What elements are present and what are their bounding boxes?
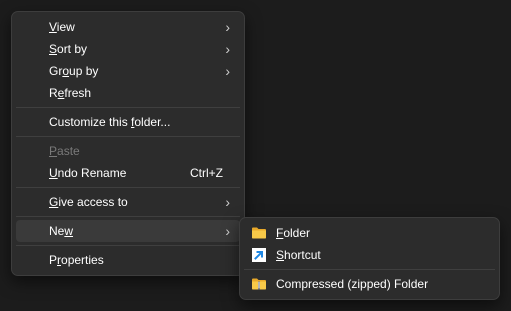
shortcut-icon — [252, 248, 266, 262]
menu-separator — [16, 216, 240, 217]
chevron-right-icon: › — [225, 194, 230, 210]
chevron-right-icon: › — [225, 19, 230, 35]
menu-item-properties-label: Properties — [49, 253, 104, 267]
submenu-item-compressed-folder[interactable]: Compressed (zipped) Folder — [244, 273, 495, 295]
menu-item-customize-folder[interactable]: Customize this folder... — [16, 111, 240, 133]
menu-item-new[interactable]: New › — [16, 220, 240, 242]
menu-item-new-label: New — [49, 224, 74, 238]
submenu-item-shortcut-label: Shortcut — [276, 248, 321, 262]
menu-separator — [16, 107, 240, 108]
menu-separator — [16, 245, 240, 246]
menu-item-view[interactable]: View › — [16, 16, 240, 38]
submenu-item-compressed-folder-label: Compressed (zipped) Folder — [276, 277, 429, 291]
context-menu: View › Sort by › Group by › Refresh Cust… — [11, 11, 245, 276]
menu-item-sort-by-label: Sort by — [49, 42, 88, 56]
menu-separator — [244, 269, 495, 270]
menu-item-customize-folder-label: Customize this folder... — [49, 115, 171, 129]
menu-separator — [16, 136, 240, 137]
menu-item-give-access-to-label: Give access to — [49, 195, 128, 209]
menu-item-give-access-to[interactable]: Give access to › — [16, 191, 240, 213]
menu-item-paste-label: Paste — [49, 144, 80, 158]
menu-item-view-label: View — [49, 20, 75, 34]
menu-separator — [16, 187, 240, 188]
new-submenu: Folder Shortcut Compressed (zipped) Fold… — [239, 217, 500, 300]
submenu-item-shortcut[interactable]: Shortcut — [244, 244, 495, 266]
undo-rename-shortcut: Ctrl+Z — [190, 166, 223, 180]
menu-item-undo-rename[interactable]: Undo Rename Ctrl+Z — [16, 162, 240, 184]
menu-item-paste: Paste — [16, 140, 240, 162]
chevron-right-icon: › — [225, 223, 230, 239]
folder-icon — [252, 227, 266, 239]
submenu-item-folder-label: Folder — [276, 226, 311, 240]
chevron-right-icon: › — [225, 63, 230, 79]
chevron-right-icon: › — [225, 41, 230, 57]
menu-item-sort-by[interactable]: Sort by › — [16, 38, 240, 60]
menu-item-refresh[interactable]: Refresh — [16, 82, 240, 104]
menu-item-group-by[interactable]: Group by › — [16, 60, 240, 82]
zip-folder-icon — [252, 278, 266, 290]
submenu-item-folder[interactable]: Folder — [244, 222, 495, 244]
menu-item-properties[interactable]: Properties — [16, 249, 240, 271]
menu-item-undo-rename-label: Undo Rename — [49, 166, 127, 180]
menu-item-group-by-label: Group by — [49, 64, 99, 78]
menu-item-refresh-label: Refresh — [49, 86, 92, 100]
